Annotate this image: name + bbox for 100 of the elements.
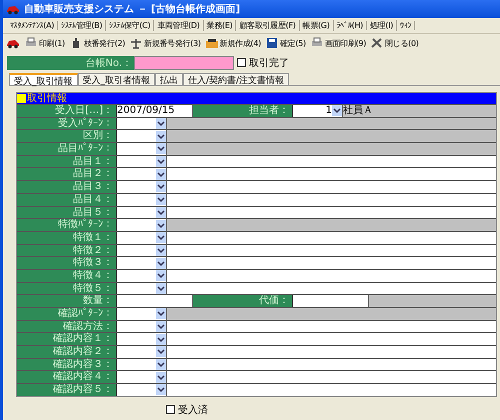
tools-icon (370, 36, 384, 50)
dropdown-select[interactable] (117, 384, 167, 396)
menu-item[interactable]: ﾏｽﾀﾒﾝﾃﾅﾝｽ(A) (7, 21, 58, 30)
text-field[interactable] (167, 232, 496, 244)
text-field[interactable] (167, 168, 496, 180)
ledger-number-label: 台帳No.： (7, 56, 134, 70)
tab[interactable]: 受入_取引者情報 (78, 73, 155, 85)
dropdown-select[interactable] (117, 270, 167, 282)
dropdown-select[interactable] (117, 194, 167, 206)
tab[interactable]: 受入_取引情報 (9, 73, 78, 85)
dropdown-select[interactable] (117, 244, 167, 256)
field-label: 確認内容４： (17, 371, 117, 384)
toolbar-button[interactable]: 画面印刷(9) (310, 36, 366, 50)
dropdown-select[interactable] (117, 257, 167, 269)
text-field[interactable] (167, 333, 496, 346)
staff-select[interactable]: 1 (293, 105, 343, 117)
toolbar-button[interactable]: 新規番号発行(3) (129, 36, 201, 50)
text-field[interactable] (167, 371, 496, 384)
text-field[interactable] (167, 270, 496, 282)
folder-icon (204, 36, 219, 50)
dropdown-select[interactable] (117, 308, 167, 320)
menu-item[interactable]: 帳票(G) (300, 20, 334, 31)
checkbox[interactable] (166, 405, 175, 414)
text-field[interactable] (167, 384, 496, 396)
field-label: 受入ﾊﾟﾀｰﾝ： (17, 118, 117, 130)
field-label: 特徴５： (17, 282, 117, 294)
price-field[interactable] (293, 295, 369, 307)
menu-item[interactable]: ﾗﾍﾞﾙ(H) (334, 21, 367, 30)
field-label: 品目４： (17, 194, 117, 206)
dropdown-select[interactable] (117, 181, 167, 193)
dropdown-select[interactable] (117, 346, 167, 358)
car-icon (6, 37, 20, 49)
checkbox[interactable] (237, 58, 246, 67)
text-field[interactable] (167, 244, 496, 256)
field-label: 区別： (17, 130, 117, 142)
text-field[interactable] (167, 156, 496, 168)
tab[interactable]: 仕入/契約書/注文書情報 (183, 73, 290, 85)
staff-name: 社員Ａ (343, 105, 496, 117)
dropdown-select[interactable] (117, 282, 167, 294)
dropdown-select[interactable] (117, 358, 167, 370)
text-field[interactable] (167, 320, 496, 332)
window-title: 自動車販売支援システム － [古物台帳作成画面] (24, 2, 240, 16)
field-label: 特徴２： (17, 244, 117, 256)
field-label: 確認方法： (17, 320, 117, 332)
dropdown-select[interactable] (117, 156, 167, 168)
field-label: 品目１： (17, 156, 117, 168)
toolbar-button[interactable]: 枝番発行(2) (68, 36, 126, 50)
field-label: 確認内容１： (17, 333, 117, 346)
dropdown-select[interactable] (117, 118, 167, 130)
menu-item[interactable]: 車両管理(D) (154, 20, 204, 31)
dropdown-select[interactable] (117, 333, 167, 346)
field-label: 品目ﾊﾟﾀｰﾝ： (17, 143, 117, 155)
text-field[interactable] (167, 358, 496, 370)
dropdown-select[interactable] (117, 168, 167, 180)
square-icon (17, 94, 26, 103)
dropdown-select[interactable] (117, 130, 167, 142)
field-label: 代価： (193, 295, 293, 307)
dropdown-select[interactable] (117, 371, 167, 384)
dropdown-select[interactable] (117, 206, 167, 218)
field-label: 数量： (17, 295, 117, 307)
date-field[interactable]: 2007/09/15 (117, 105, 193, 117)
field-label: 受入日[…]： (17, 105, 117, 117)
ledger-number-field[interactable] (134, 56, 234, 70)
field-label: 品目５： (17, 206, 117, 218)
section-title: 取引情報 (27, 93, 67, 104)
field-label: 特徴ﾊﾟﾀｰﾝ： (17, 219, 117, 231)
text-field[interactable] (167, 206, 496, 218)
field-label: 特徴３： (17, 257, 117, 269)
toolbar-button[interactable]: 新規作成(4) (204, 36, 261, 50)
dropdown-select[interactable] (117, 143, 167, 155)
quantity-field[interactable] (117, 295, 193, 307)
dropdown-select[interactable] (117, 320, 167, 332)
dropdown-select[interactable] (117, 232, 167, 244)
field-label: 特徴４： (17, 270, 117, 282)
text-field[interactable] (167, 257, 496, 269)
text-field[interactable] (167, 346, 496, 358)
field-label: 確認内容３： (17, 358, 117, 370)
dropdown-select[interactable] (117, 219, 167, 231)
text-field[interactable] (167, 282, 496, 294)
text-field[interactable] (167, 194, 496, 206)
menu-item[interactable]: 業務(E) (204, 20, 236, 31)
toolbar-button[interactable]: 印刷(1) (24, 36, 65, 50)
field-label: 担当者： (193, 105, 293, 117)
menu-item[interactable]: 顧客取引履歴(F) (236, 20, 300, 31)
checkbox-label: 取引完了 (249, 56, 289, 70)
field-label: 品目３： (17, 181, 117, 193)
field-label: 確認内容５： (17, 384, 117, 396)
menu-item[interactable]: ｼｽﾃﾑ保守(C) (106, 20, 154, 31)
checkbox-label: 受入済 (178, 404, 208, 417)
field-label: 確認ﾊﾟﾀｰﾝ： (17, 308, 117, 320)
menu-item[interactable]: 処理(I) (367, 20, 398, 31)
text-field[interactable] (167, 181, 496, 193)
toolbar-button[interactable]: 確定(5) (264, 36, 306, 50)
car-icon (6, 3, 20, 15)
field-label: 確認内容２： (17, 346, 117, 358)
toolbar-button[interactable]: 閉じる(0) (370, 36, 419, 50)
menu-item[interactable]: ｼｽﾃﾑ管理(B) (58, 20, 106, 31)
field-label: 品目２： (17, 168, 117, 180)
tab[interactable]: 払出 (155, 73, 183, 85)
menu-item[interactable]: ｳｨﾝ (397, 21, 416, 30)
